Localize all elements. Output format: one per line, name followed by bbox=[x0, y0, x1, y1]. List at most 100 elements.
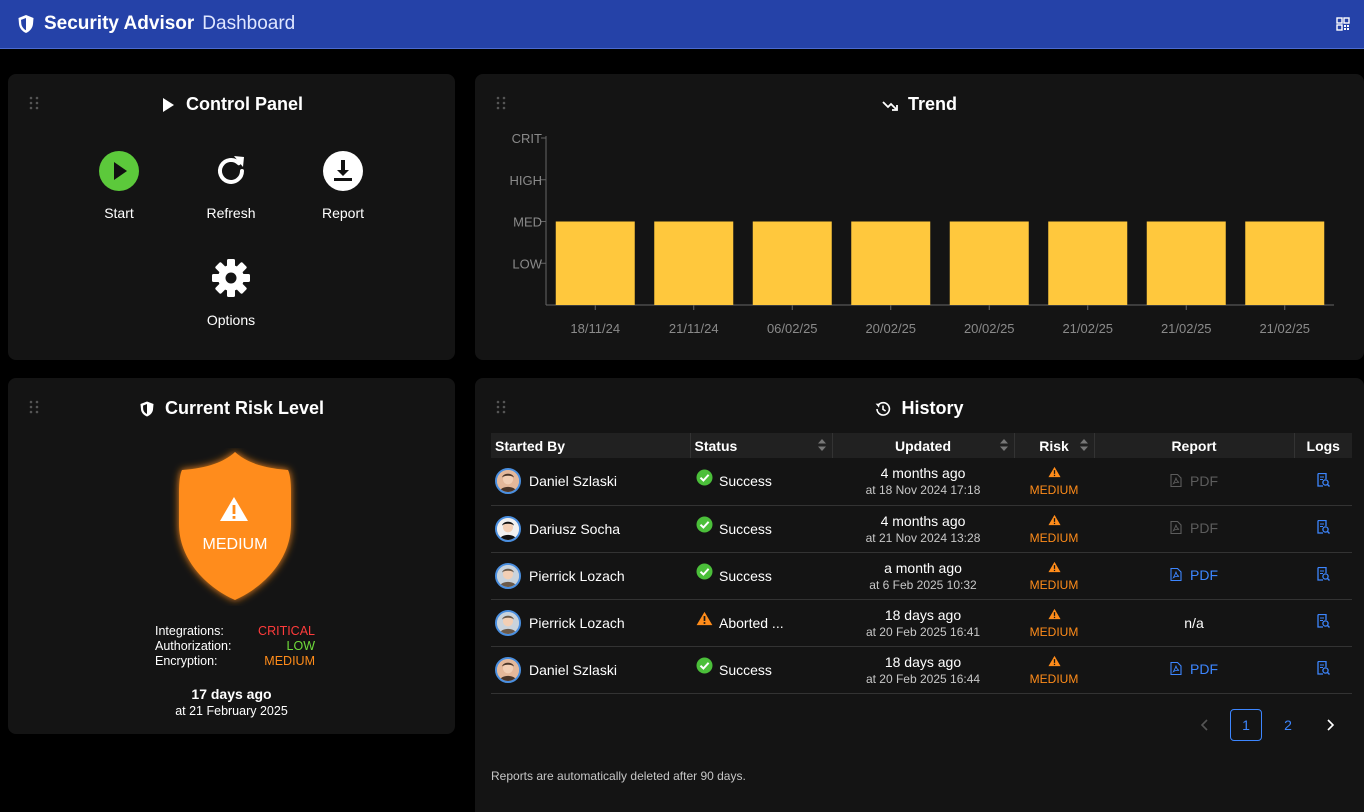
user-name: Dariusz Socha bbox=[529, 520, 621, 537]
pdf-report-link[interactable]: PDF bbox=[1170, 661, 1218, 677]
avatar bbox=[495, 468, 521, 495]
shield-icon bbox=[140, 401, 154, 416]
risk-row-encryption: Encryption: MEDIUM bbox=[155, 654, 315, 668]
sort-icon[interactable] bbox=[999, 439, 1008, 451]
chart-bar bbox=[654, 221, 734, 305]
table-header-row: Started By Status Updated Risk Report Lo… bbox=[491, 433, 1352, 458]
risk-card: Current Risk Level MEDIUM Integrations: … bbox=[8, 378, 455, 734]
status-cell: Success bbox=[690, 646, 832, 694]
risk-cell: MEDIUM bbox=[1014, 599, 1094, 647]
updated-cell: 18 days ago at 20 Feb 2025 16:44 bbox=[832, 646, 1014, 694]
pdf-file-icon bbox=[1170, 474, 1182, 487]
risk-cell: MEDIUM bbox=[1014, 646, 1094, 694]
refresh-button[interactable]: Refresh bbox=[186, 150, 276, 221]
logs-icon bbox=[1317, 613, 1330, 628]
trend-chart: LOW MED HIGH CRIT 18/11/24 21/11/24 06/02/25 20… bbox=[510, 131, 1334, 336]
user-name: Pierrick Lozach bbox=[529, 567, 625, 584]
table-row: Dariusz Socha Success 4 months ago at 21 … bbox=[491, 505, 1352, 553]
options-button[interactable]: Options bbox=[186, 257, 276, 328]
check-circle-icon bbox=[696, 516, 713, 533]
logs-icon bbox=[1317, 519, 1330, 534]
grid-icon[interactable] bbox=[1336, 17, 1350, 31]
page-button-2[interactable]: 2 bbox=[1272, 709, 1304, 741]
column-header-report: Report bbox=[1094, 433, 1295, 458]
warning-icon bbox=[220, 497, 248, 521]
warning-icon bbox=[696, 611, 713, 626]
history-title: History bbox=[475, 398, 1364, 419]
sort-icon[interactable] bbox=[1079, 439, 1088, 451]
updated-cell: a month ago at 6 Feb 2025 10:32 bbox=[832, 552, 1014, 600]
risk-title: Current Risk Level bbox=[8, 398, 455, 419]
x-tick-label: 20/02/25 bbox=[865, 321, 916, 336]
chart-bar bbox=[949, 221, 1029, 305]
chart-bar bbox=[1245, 221, 1325, 305]
logs-cell[interactable] bbox=[1294, 646, 1352, 694]
y-tick-label: CRIT bbox=[512, 131, 542, 146]
sort-icon[interactable] bbox=[817, 439, 826, 451]
pdf-file-icon bbox=[1170, 568, 1182, 582]
page-button-1[interactable]: 1 bbox=[1230, 709, 1262, 741]
logs-cell[interactable] bbox=[1294, 505, 1352, 553]
warning-icon bbox=[1047, 561, 1061, 572]
start-button[interactable]: Start bbox=[74, 150, 164, 221]
risk-details: Integrations: CRITICAL Authorization: LO… bbox=[155, 624, 315, 669]
table-row: Daniel Szlaski Success 18 days ago at 20 … bbox=[491, 646, 1352, 694]
column-header-risk[interactable]: Risk bbox=[1014, 433, 1095, 458]
risk-cell: MEDIUM bbox=[1014, 458, 1094, 506]
control-panel-card: Control Panel Start Refresh Report Optio… bbox=[8, 74, 455, 360]
status-text: Success bbox=[719, 661, 772, 678]
table-row: Pierrick Lozach Aborted ... 18 days ago a… bbox=[491, 599, 1352, 647]
download-icon bbox=[323, 151, 363, 191]
risk-row-authorization: Authorization: LOW bbox=[155, 639, 315, 653]
risk-relative-time: 17 days ago bbox=[191, 686, 272, 702]
chevron-right-icon bbox=[1326, 719, 1334, 731]
check-circle-icon bbox=[696, 469, 713, 486]
status-cell: Success bbox=[690, 458, 832, 506]
avatar bbox=[495, 609, 521, 636]
report-cell: PDF bbox=[1094, 458, 1294, 506]
logs-cell[interactable] bbox=[1294, 599, 1352, 647]
logs-icon bbox=[1317, 660, 1330, 675]
history-card: History Started By Status Updated Risk R… bbox=[475, 378, 1364, 812]
pdf-report-link: PDF bbox=[1170, 473, 1218, 489]
updated-cell: 4 months ago at 18 Nov 2024 17:18 bbox=[832, 458, 1014, 506]
status-cell: Success bbox=[690, 552, 832, 600]
started-by-cell: Pierrick Lozach bbox=[491, 552, 690, 600]
next-page-button[interactable] bbox=[1314, 709, 1346, 741]
risk-shield: MEDIUM bbox=[166, 448, 304, 606]
x-tick-label: 06/02/25 bbox=[767, 321, 818, 336]
pdf-file-icon bbox=[1170, 521, 1182, 535]
column-header-updated[interactable]: Updated bbox=[832, 433, 1015, 458]
play-icon bbox=[162, 97, 174, 112]
risk-shield-icon bbox=[179, 452, 291, 600]
control-panel-title: Control Panel bbox=[8, 94, 455, 115]
prev-page-button[interactable] bbox=[1188, 709, 1220, 741]
started-by-cell: Daniel Szlaski bbox=[491, 458, 690, 506]
started-by-cell: Dariusz Socha bbox=[491, 505, 690, 553]
pdf-report-link[interactable]: PDF bbox=[1170, 567, 1218, 583]
report-cell: PDF bbox=[1094, 505, 1294, 553]
page-name: Dashboard bbox=[202, 13, 296, 34]
y-tick-label: MED bbox=[513, 215, 542, 230]
x-tick-label: 21/11/24 bbox=[669, 321, 719, 336]
logs-cell[interactable] bbox=[1294, 458, 1352, 506]
chart-bar bbox=[555, 221, 635, 305]
logs-cell[interactable] bbox=[1294, 552, 1352, 600]
column-header-logs: Logs bbox=[1294, 433, 1352, 458]
report-na: n/a bbox=[1184, 614, 1204, 631]
table-row: Pierrick Lozach Success a month ago at 6 … bbox=[491, 552, 1352, 600]
pdf-file-icon bbox=[1170, 662, 1182, 676]
report-cell: PDF bbox=[1094, 646, 1294, 694]
user-name: Daniel Szlaski bbox=[529, 661, 617, 678]
trend-card: Trend LOW MED HIGH CRIT 18/11/24 21/11/24 06/0… bbox=[475, 74, 1364, 360]
table-row: Daniel Szlaski Success 4 months ago at 18… bbox=[491, 458, 1352, 506]
report-button[interactable]: Report bbox=[298, 150, 388, 221]
column-header-status[interactable]: Status bbox=[690, 433, 833, 458]
pagination: 1 2 bbox=[1178, 709, 1346, 741]
check-circle-icon bbox=[696, 563, 713, 580]
y-tick-label: LOW bbox=[512, 256, 542, 271]
column-header-started-by[interactable]: Started By bbox=[491, 433, 691, 458]
warning-icon bbox=[1047, 608, 1061, 619]
risk-timestamp: 17 days ago at 21 February 2025 bbox=[8, 686, 455, 718]
chevron-left-icon bbox=[1200, 719, 1208, 731]
